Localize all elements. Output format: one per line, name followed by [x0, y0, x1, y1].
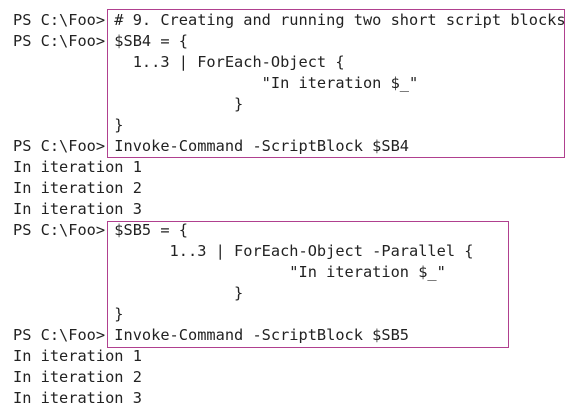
console-output-line: In iteration 1 — [13, 158, 142, 176]
console-output-line: In iteration 2 — [13, 179, 142, 197]
console-output-line: In iteration 3 — [13, 389, 142, 407]
console-line-sb4-close: } — [13, 116, 124, 134]
console-line-invoke-sb5: PS C:\Foo> Invoke-Command -ScriptBlock $… — [13, 326, 410, 344]
console-line-comment: PS C:\Foo> # 9. Creating and running two… — [13, 11, 566, 29]
console-line-sb5-close: } — [13, 305, 124, 323]
console-line-sb5-inner-close: } — [13, 284, 244, 302]
console-line-sb4-foreach: 1..3 | ForEach-Object { — [13, 53, 345, 71]
powershell-console: PS C:\Foo> # 9. Creating and running two… — [0, 0, 575, 413]
console-line-sb4-inner-close: } — [13, 95, 244, 113]
console-line-sb4-string: "In iteration $_" — [13, 74, 419, 92]
console-line-sb5-string: "In iteration $_" — [13, 263, 446, 281]
console-line-invoke-sb4: PS C:\Foo> Invoke-Command -ScriptBlock $… — [13, 137, 410, 155]
console-line-sb5-assign: PS C:\Foo> $SB5 = { — [13, 221, 188, 239]
console-output-line: In iteration 1 — [13, 347, 142, 365]
console-output-line: In iteration 3 — [13, 200, 142, 218]
console-output-line: In iteration 2 — [13, 368, 142, 386]
console-line-sb4-assign: PS C:\Foo> $SB4 = { — [13, 32, 188, 50]
console-line-sb5-foreach: 1..3 | ForEach-Object -Parallel { — [13, 242, 474, 260]
